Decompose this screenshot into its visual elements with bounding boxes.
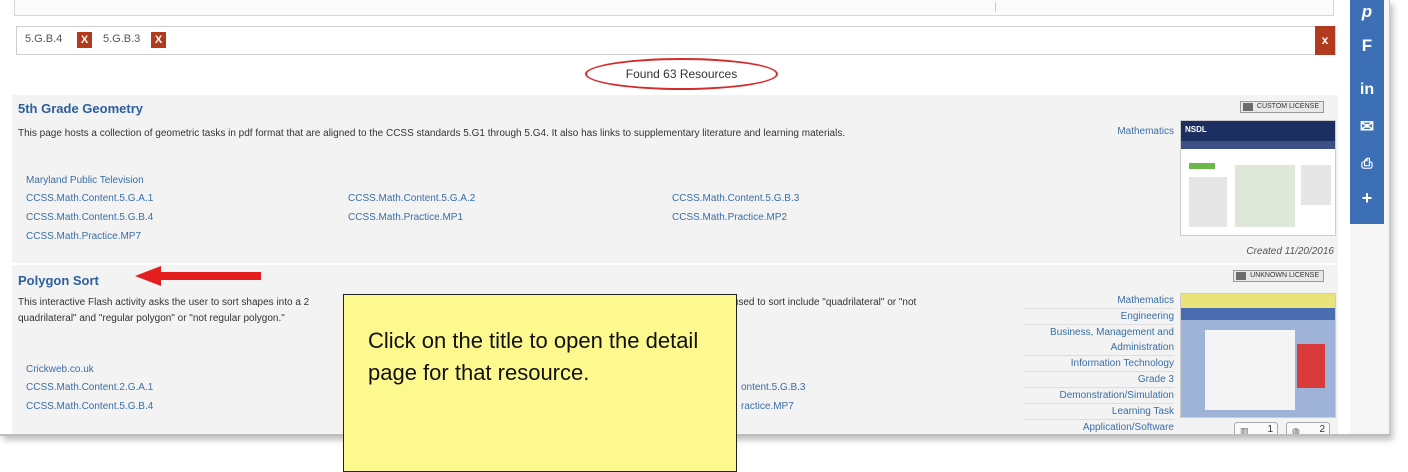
subject-link[interactable]: Grade 3 [1024,372,1174,388]
standard-link[interactable]: CCSS.Math.Practice.MP2 [672,212,787,223]
linkedin-icon[interactable]: in [1350,81,1384,99]
email-icon[interactable]: ✉ [1350,117,1384,137]
result-description: This page hosts a collection of geometri… [18,128,846,139]
standard-link[interactable]: CCSS.Math.Content.5.G.A.1 [26,193,153,204]
active-filters-bar: 5.G.B.4 X 5.G.B.3 X x [16,26,1336,55]
collections-count[interactable]: ▥ 1 [1234,422,1278,436]
result-title[interactable]: 5th Grade Geometry [18,101,143,116]
collections-count-value: 1 [1267,424,1273,435]
license-badge[interactable]: CUSTOM LICENSE [1239,101,1324,113]
thumbnail-block [1189,177,1227,227]
thumbnail-nav [1181,141,1335,149]
filter-chip-label: 5.G.B.3 [103,33,141,45]
standard-link[interactable]: CCSS.Math.Content.5.G.B.4 [26,212,153,223]
callout-text: Click on the title to open the detail pa… [368,328,699,385]
standard-link[interactable]: ontent.5.G.B.3 [741,382,806,393]
thumbnail-panel [1205,330,1295,410]
thumbnail-block [1235,165,1295,227]
result-description-start: This interactive Flash activity asks the… [18,297,310,308]
remove-filter-button[interactable]: X [77,32,92,48]
subject-link[interactable]: Learning Task [1024,404,1174,420]
standard-link[interactable]: CCSS.Math.Content.5.G.B.4 [26,401,153,412]
license-icon [1242,103,1253,111]
subject-link[interactable]: Engineering [1024,309,1174,325]
standard-link[interactable]: CCSS.Math.Practice.MP1 [348,212,463,223]
resource-thumbnail[interactable]: NSDL [1180,120,1336,236]
resource-thumbnail[interactable] [1180,293,1336,418]
instruction-callout: Click on the title to open the detail pa… [343,294,737,472]
search-box-divider [995,2,1003,12]
filter-chip-label: 5.G.B.4 [25,33,63,45]
subject-link[interactable]: Application/Software [1024,420,1174,434]
views-count[interactable]: ◍ 2 [1286,422,1330,436]
standard-link[interactable]: CCSS.Math.Content.5.G.B.3 [672,193,799,204]
license-label: UNKNOWN LICENSE [1250,272,1319,279]
search-box-edge [14,0,1334,16]
pinterest-icon[interactable]: p [1350,2,1384,22]
standard-link[interactable]: CCSS.Math.Content.2.G.A.1 [26,382,153,393]
print-icon[interactable]: ⎙ [1350,155,1384,172]
result-title[interactable]: Polygon Sort [18,273,99,288]
library-icon: ▥ [1240,426,1249,436]
license-label: CUSTOM LICENSE [1256,103,1319,110]
subject-link[interactable]: Mathematics [1117,124,1174,140]
standard-link[interactable]: CCSS.Math.Content.5.G.A.2 [348,193,475,204]
thumbnail-sidebar [1297,344,1325,388]
thumbnail-highlight [1189,163,1215,169]
created-date: Created 11/20/2016 [1246,246,1334,257]
remove-filter-button[interactable]: X [151,32,166,48]
subject-link[interactable]: Demonstration/Simulation [1024,388,1174,404]
flipboard-icon[interactable]: F [1350,36,1384,56]
usage-counts: ▥ 1 ◍ 2 [1234,422,1334,436]
license-badge[interactable]: UNKNOWN LICENSE [1233,270,1324,282]
result-description-cont: s used to sort include "quadrilateral" o… [725,297,917,308]
mouse-icon: ◍ [1292,426,1300,436]
clear-filters-button[interactable]: x [1315,26,1335,55]
thumbnail-banner [1181,308,1335,320]
license-icon [1236,272,1247,280]
highlight-oval [585,58,778,90]
result-item: 5th Grade Geometry CUSTOM LICENSE This p… [12,95,1338,263]
subject-link[interactable]: Information Technology [1024,356,1174,372]
views-count-value: 2 [1319,424,1325,435]
thumbnail-header [1181,294,1335,308]
pointer-arrow-icon [135,266,261,286]
thumbnail-logo: NSDL [1185,125,1207,134]
thumbnail-header: NSDL [1181,121,1335,141]
more-share-icon[interactable]: + [1350,188,1384,209]
subject-list: Mathematics Engineering Business, Manage… [1024,293,1174,434]
publisher-link[interactable]: Crickweb.co.uk [26,364,94,375]
publisher-link[interactable]: Maryland Public Television [26,175,144,186]
social-share-bar: p F in ✉ ⎙ + [1350,0,1384,224]
standard-link[interactable]: ractice.MP7 [741,401,794,412]
result-description-end: quadrilateral" and "regular polygon" or … [18,313,285,324]
subject-link[interactable]: Mathematics [1024,293,1174,309]
subject-link[interactable]: Business, Management and Administration [1024,325,1174,356]
standard-link[interactable]: CCSS.Math.Practice.MP7 [26,231,141,242]
thumbnail-block [1301,165,1331,205]
